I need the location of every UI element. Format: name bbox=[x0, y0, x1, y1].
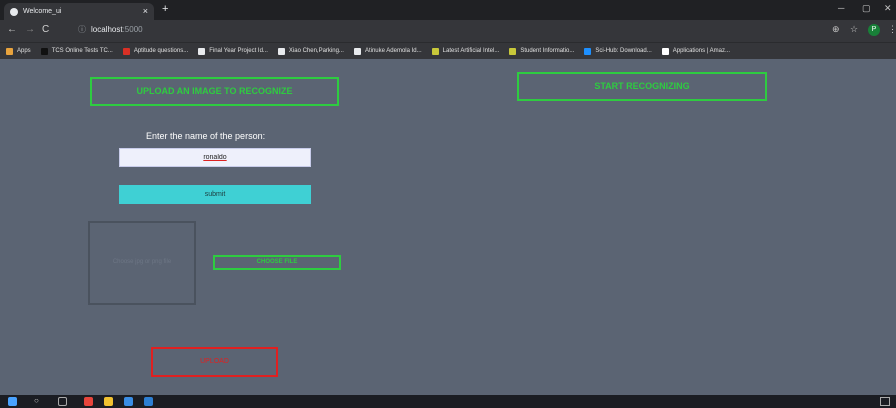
bookmark-item[interactable]: Aptitude questions... bbox=[122, 47, 189, 55]
page-content: UPLOAD AN IMAGE TO RECOGNIZE START RECOG… bbox=[0, 59, 896, 395]
browser-tab[interactable]: Welcome_ui × bbox=[4, 3, 154, 20]
bookmark-item[interactable]: Latest Artificial Intel... bbox=[431, 47, 500, 55]
submit-button[interactable]: submit bbox=[119, 185, 311, 204]
person-name-input[interactable] bbox=[119, 148, 311, 167]
tab-title: Welcome_ui bbox=[23, 8, 62, 15]
image-preview-box[interactable]: Choose jpg or png file bbox=[88, 221, 196, 305]
vscode-taskbar-icon[interactable] bbox=[144, 397, 153, 406]
bookmark-label: Final Year Project Id... bbox=[209, 48, 268, 54]
minimize-icon[interactable]: ─ bbox=[838, 3, 844, 13]
site-info-icon[interactable]: ⓘ bbox=[78, 25, 86, 34]
bookmark-item[interactable]: Sci-Hub: Download... bbox=[584, 47, 652, 55]
bookmark-favicon-icon bbox=[661, 47, 669, 55]
bookmark-star-icon[interactable]: ☆ bbox=[850, 24, 858, 35]
url-port: :5000 bbox=[122, 25, 143, 34]
bookmark-favicon-icon bbox=[353, 47, 361, 55]
bookmark-item[interactable]: Applications | Amaz... bbox=[661, 47, 730, 55]
choose-file-button[interactable]: CHOOSE FILE bbox=[213, 255, 341, 270]
person-name-label: Enter the name of the person: bbox=[146, 131, 266, 141]
url-host: localhost bbox=[91, 25, 123, 34]
bookmark-favicon-icon bbox=[584, 47, 592, 55]
bookmark-favicon-icon bbox=[431, 47, 439, 55]
address-bar: ← → C ⓘ localhost:5000 ⊕ ☆ P ⋮ bbox=[0, 20, 896, 42]
url-field[interactable]: ⓘ localhost:5000 bbox=[78, 24, 143, 35]
start-recognizing-button[interactable]: START RECOGNIZING bbox=[517, 72, 767, 101]
maximize-icon[interactable]: ▢ bbox=[862, 3, 871, 14]
windows-taskbar: ○ bbox=[0, 395, 896, 408]
bookmarks-bar: Apps TCS Online Tests TC... Aptitude quest… bbox=[0, 42, 896, 59]
bookmark-label: Latest Artificial Intel... bbox=[442, 48, 500, 54]
bookmark-favicon-icon bbox=[509, 47, 517, 55]
bookmark-label: Student Informatio... bbox=[520, 48, 575, 54]
bookmark-item[interactable]: Atinuke Ademola Id... bbox=[353, 47, 422, 55]
profile-avatar[interactable]: P bbox=[868, 24, 880, 36]
close-window-icon[interactable]: ✕ bbox=[884, 3, 892, 14]
menu-icon[interactable]: ⋮ bbox=[888, 24, 896, 35]
chrome-favicon-icon bbox=[10, 7, 18, 16]
file-placeholder-text: Choose jpg or png file bbox=[112, 259, 172, 265]
bookmark-item[interactable]: Student Informatio... bbox=[509, 47, 575, 55]
bookmark-label: Applications | Amaz... bbox=[672, 48, 730, 54]
windows-start-icon[interactable] bbox=[8, 397, 17, 406]
search-icon[interactable]: ○ bbox=[34, 396, 43, 405]
reload-icon[interactable]: C bbox=[42, 24, 49, 35]
bookmark-label: Sci-Hub: Download... bbox=[595, 48, 652, 54]
apps-grid-icon bbox=[6, 47, 13, 55]
bookmark-item[interactable]: Final Year Project Id... bbox=[198, 47, 268, 55]
bookmark-label: Xiao Chen,Parking... bbox=[288, 48, 344, 54]
back-icon[interactable]: ← bbox=[7, 24, 17, 35]
bookmark-label: Atinuke Ademola Id... bbox=[364, 48, 422, 54]
new-tab-button[interactable]: + bbox=[162, 3, 168, 15]
file-explorer-icon[interactable] bbox=[104, 397, 113, 406]
bookmark-item[interactable]: Apps bbox=[6, 47, 31, 55]
bookmark-favicon-icon bbox=[122, 47, 130, 55]
bookmark-item[interactable]: TCS Online Tests TC... bbox=[40, 47, 113, 55]
browser-tab-bar: Welcome_ui × + ─ ▢ ✕ bbox=[0, 0, 896, 20]
bookmark-favicon-icon bbox=[277, 47, 285, 55]
zoom-icon[interactable]: ⊕ bbox=[832, 24, 840, 35]
bookmark-item[interactable]: Xiao Chen,Parking... bbox=[277, 47, 344, 55]
tab-close-icon[interactable]: × bbox=[143, 6, 148, 16]
bookmark-label: Apps bbox=[17, 48, 31, 54]
upload-button[interactable]: UPLOAD bbox=[151, 347, 278, 377]
forward-icon[interactable]: → bbox=[25, 24, 35, 35]
bookmark-favicon-icon bbox=[40, 47, 48, 55]
bookmark-label: TCS Online Tests TC... bbox=[51, 48, 113, 54]
bookmark-favicon-icon bbox=[198, 47, 206, 55]
chrome-taskbar-icon[interactable] bbox=[84, 397, 93, 406]
notification-icon[interactable] bbox=[880, 397, 890, 406]
upload-image-to-recognize-button[interactable]: UPLOAD AN IMAGE TO RECOGNIZE bbox=[90, 77, 339, 106]
app-taskbar-icon[interactable] bbox=[124, 397, 133, 406]
bookmark-label: Aptitude questions... bbox=[133, 48, 189, 54]
task-view-icon[interactable] bbox=[58, 397, 67, 406]
